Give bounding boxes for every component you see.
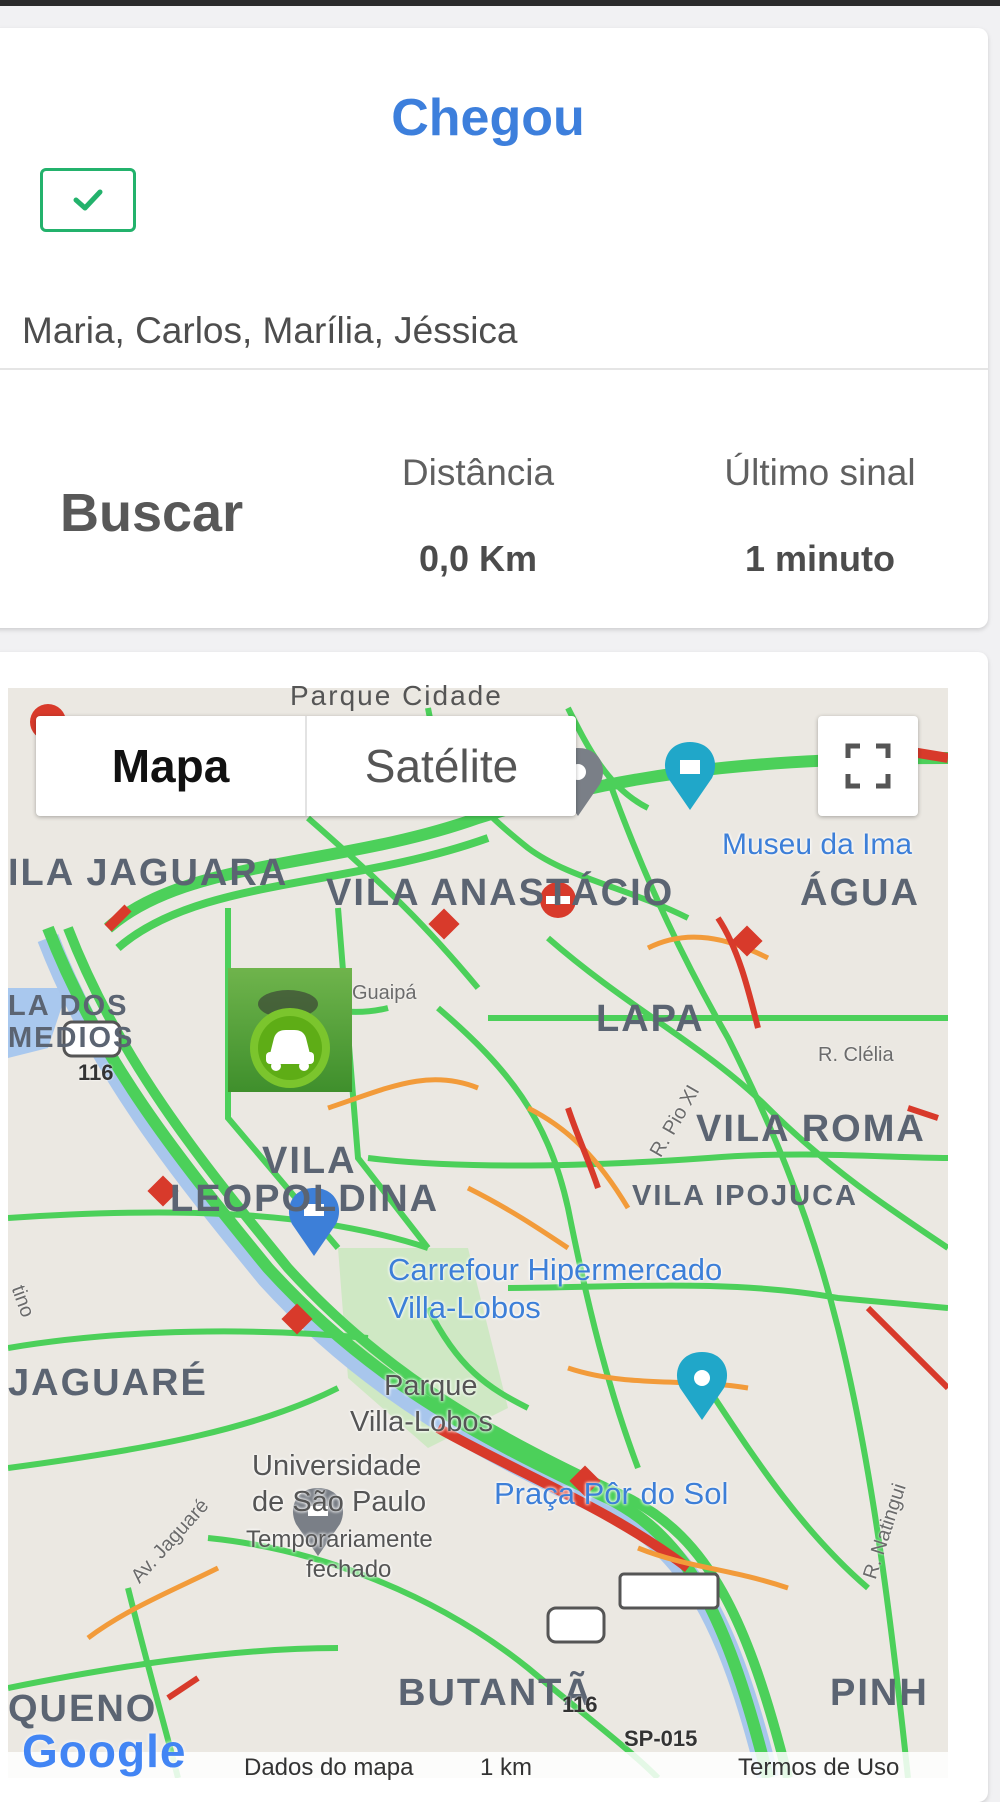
map-label-parque-vl-line2: Villa-Lobos (350, 1406, 493, 1438)
map-label-carrefour-line1: Carrefour Hipermercado (388, 1252, 723, 1287)
map-label-parque-cidade: Parque Cidade (290, 680, 503, 711)
map-label-usp-line2: de São Paulo (252, 1486, 427, 1518)
map-label-dos-remedios: LA DOS MEDIOS (8, 990, 135, 1054)
map-label-usp-line4: fechado (306, 1556, 392, 1583)
distance-label: Distância (401, 452, 555, 493)
last-signal-label: Último sinal (724, 452, 916, 493)
fullscreen-icon (845, 743, 891, 789)
map-label-lapa: LAPA (596, 998, 705, 1040)
distance-value: 0,0 Km (418, 538, 538, 579)
vehicle-marker[interactable] (228, 968, 352, 1092)
map-label-pinh: PINH (830, 1672, 929, 1714)
map-label-leopoldina: LEOPOLDINA (170, 1178, 440, 1220)
buscar-button[interactable]: Buscar (60, 482, 243, 544)
car-icon (250, 990, 330, 1088)
highway-shield-sp015: SP-015 (624, 1726, 698, 1751)
passenger-names: Maria, Carlos, Marília, Jéssica (22, 310, 518, 351)
map-label-jaguare: JAGUARÉ (8, 1362, 208, 1404)
map-label-agua: ÁGUA (800, 872, 920, 914)
map-label-usp-line3: Temporariamente (246, 1526, 433, 1553)
map-label-museu: Museu da Ima (722, 828, 913, 861)
google-logo: Google (22, 1725, 187, 1777)
map-type-toggle: Mapa Satélite (36, 716, 576, 816)
map-label-parque-vl-line1: Parque (384, 1370, 478, 1402)
map-label-carrefour-line2: Villa-Lobos (388, 1290, 541, 1325)
map-label-r-clelia: R. Clélia (818, 1044, 894, 1066)
map-label-vila-ipojuca: VILA IPOJUCA (632, 1180, 858, 1212)
status-title: Chegou (391, 89, 585, 147)
map-label-vila-roma: VILA ROMA (696, 1108, 926, 1150)
fullscreen-button[interactable] (818, 716, 918, 816)
top-status-bar (0, 0, 1000, 6)
highway-shield-116-a: 116 (78, 1060, 114, 1085)
map-label-guaipa: Guaipá (352, 982, 417, 1004)
map-label-praca: Praça Pôr do Sol (494, 1476, 729, 1511)
card-divider (0, 368, 988, 370)
map-label-vila-anastacio: VILA ANASTÁCIO (326, 872, 675, 914)
arrived-checkbox[interactable] (40, 168, 136, 232)
map-label-vila: VILA (262, 1140, 357, 1182)
map-label-vila-jaguara: ILA JAGUARA (8, 852, 289, 894)
last-signal-value: 1 minuto (745, 538, 895, 579)
highway-shield-116-b: 116 (562, 1692, 598, 1717)
map-type-satellite-button[interactable]: Satélite (307, 716, 576, 816)
check-icon (73, 189, 103, 211)
map-label-usp-line1: Universidade (252, 1450, 422, 1482)
map-type-map-button[interactable]: Mapa (36, 716, 307, 816)
